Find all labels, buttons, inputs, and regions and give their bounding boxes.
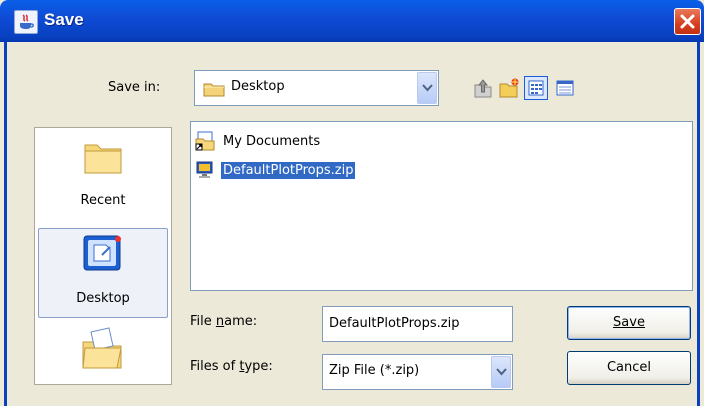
file-type-dropdown-button[interactable] — [491, 356, 511, 388]
zip-file-icon — [196, 161, 213, 178]
chevron-down-icon — [496, 368, 507, 376]
java-app-icon — [14, 10, 38, 34]
place-desktop[interactable]: Desktop — [38, 228, 168, 318]
save-in-label: Save in: — [108, 80, 160, 95]
save-button-label: Save — [613, 315, 645, 330]
file-type-combo[interactable]: Zip File (*.zip) — [322, 354, 513, 390]
title-bar: Save — [0, 0, 704, 42]
save-in-label-text: Save in: — [108, 80, 161, 95]
cancel-button[interactable]: Cancel — [567, 351, 691, 385]
location-dropdown-button[interactable] — [417, 72, 437, 104]
new-folder-icon — [499, 78, 519, 98]
my-documents-shortcut-icon — [195, 131, 215, 151]
list-item[interactable]: My Documents — [195, 130, 322, 152]
place-my-documents[interactable] — [38, 324, 168, 384]
recent-folder-icon — [84, 144, 122, 174]
places-bar: Recent Desktop — [34, 127, 172, 385]
chevron-down-icon — [422, 84, 433, 92]
details-view-button[interactable] — [554, 77, 576, 99]
save-button[interactable]: Save — [567, 306, 691, 340]
file-type-value: Zip File (*.zip) — [329, 363, 420, 378]
close-button[interactable] — [674, 8, 701, 35]
close-icon — [680, 14, 695, 29]
place-recent[interactable]: Recent — [38, 131, 168, 221]
folder-icon — [203, 83, 225, 97]
desktop-icon — [83, 235, 121, 271]
new-folder-button[interactable] — [498, 77, 520, 99]
list-view-icon — [528, 80, 544, 96]
place-label: Desktop — [76, 291, 130, 306]
my-documents-icon — [82, 327, 122, 369]
file-name-label: File name: — [190, 314, 258, 329]
file-name: My Documents — [223, 133, 321, 149]
file-list[interactable]: My Documents DefaultPlotProps.zip — [190, 121, 693, 291]
cancel-button-label: Cancel — [606, 360, 652, 375]
file-name: DefaultPlotProps.zip — [221, 161, 356, 179]
list-item[interactable]: DefaultPlotProps.zip — [195, 159, 356, 181]
file-name-field[interactable]: DefaultPlotProps.zip — [322, 306, 513, 342]
location-value: Desktop — [231, 79, 285, 94]
file-name-value: DefaultPlotProps.zip — [329, 316, 460, 331]
window-title: Save — [44, 10, 84, 29]
list-view-button[interactable] — [524, 76, 548, 100]
place-label: Recent — [80, 193, 126, 208]
up-folder-icon — [474, 79, 492, 98]
details-view-icon — [556, 80, 574, 96]
location-combo[interactable]: Desktop — [194, 70, 439, 106]
file-type-label: Files of type: — [190, 359, 273, 374]
up-folder-button[interactable] — [472, 77, 494, 99]
